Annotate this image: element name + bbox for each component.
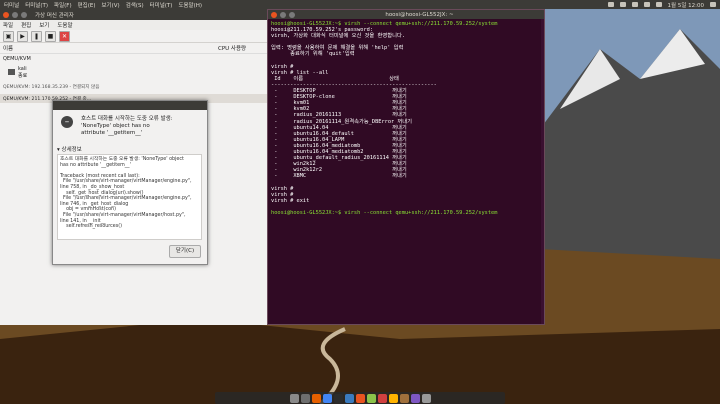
vm-state: 종료 (18, 72, 28, 79)
vm-titlebar: 가상 머신 관리자 (0, 9, 267, 20)
trash-icon[interactable] (421, 393, 431, 403)
maximize-icon[interactable] (21, 11, 27, 18)
vm-list-header: 이름 CPU 사용량 (0, 43, 267, 54)
details-text[interactable]: 호스트 대화를 시작하는 도중 오류 발생: 'NoneType' object… (57, 154, 202, 240)
terminal-scrollbar[interactable] (541, 19, 544, 324)
monitor-icon[interactable] (344, 393, 354, 403)
delete-icon[interactable]: ✕ (59, 30, 70, 42)
menu-terminal-2[interactable]: 터미널(T) (150, 1, 173, 9)
sound-icon[interactable] (643, 2, 650, 7)
close-icon[interactable] (3, 11, 9, 18)
dialog-header: – 호스트 대화를 시작하는 도중 오류 발생: 'NoneType' obje… (53, 110, 207, 137)
settings-icon[interactable] (300, 393, 310, 403)
menu-help[interactable]: 도움말(H) (178, 1, 202, 9)
dropbox-icon[interactable] (607, 2, 614, 7)
clock[interactable]: 1월 5일 12:00 (668, 1, 704, 9)
terminal-line: hoosi@hoosi-GL552JX:~$ virsh --connect q… (271, 209, 498, 216)
terminal-title: hoosi@hoosi-GL552JX: ~ (385, 11, 454, 18)
image-icon[interactable] (366, 393, 376, 403)
monitor-icon (8, 69, 15, 75)
vm-menu-edit[interactable]: 편집 (21, 21, 31, 29)
terminal-titlebar: hoosi@hoosi-GL552JX: ~ (268, 10, 544, 19)
vm-toolbar: ▣ ▶ ❚ ■ ✕ (0, 30, 267, 43)
top-panel: 터미널 터미널(T) 파일(F) 편집(E) 보기(V) 검색(S) 터미널(T… (0, 0, 720, 9)
minimize-icon[interactable] (12, 11, 18, 18)
details-expander[interactable]: ▾ 상세정보 (57, 145, 82, 153)
message-line: attribute '__getitem__' (81, 130, 143, 136)
settings-icon[interactable] (710, 2, 716, 7)
connection-label: QEMU/KVM: 192.168.35.239 - 연결되지 않음 (3, 85, 100, 90)
close-icon[interactable] (271, 11, 277, 18)
list-item[interactable]: QEMU/KVM: 192.168.35.239 - 연결되지 않음 (0, 80, 267, 94)
open-icon[interactable]: ▣ (3, 30, 14, 42)
terminal-output[interactable]: hoosi@hoosi-GL552JX:~$ virsh --connect q… (268, 19, 544, 218)
mail-icon[interactable] (388, 393, 398, 403)
menu-view[interactable]: 보기(V) (102, 1, 120, 9)
app-icon[interactable] (410, 393, 420, 403)
terminal-window: hoosi@hoosi-GL552JX: ~ hoosi@hoosi-GL552… (267, 9, 545, 325)
connection-label: QEMU/KVM (3, 56, 31, 62)
menu-search[interactable]: 검색(S) (126, 1, 144, 9)
message-line: 'NoneType' object has no (81, 123, 150, 129)
terminal-icon[interactable] (333, 393, 343, 403)
indicator-area: 1월 5일 12:00 (607, 1, 720, 9)
close-button[interactable]: 닫기(C) (169, 245, 201, 258)
files-icon[interactable] (289, 393, 299, 403)
list-item[interactable]: QEMU/KVM (0, 54, 267, 64)
top-menu: 터미널 터미널(T) 파일(F) 편집(E) 보기(V) 검색(S) 터미널(T… (0, 1, 208, 9)
virt-icon[interactable] (377, 393, 387, 403)
folder-icon[interactable] (399, 393, 409, 403)
network-icon[interactable] (619, 2, 626, 7)
list-item[interactable]: kali 종료 (0, 64, 267, 80)
menu-edit[interactable]: 편집(E) (78, 1, 96, 9)
menu-file[interactable]: 파일(F) (54, 1, 72, 9)
error-dialog: – 호스트 대화를 시작하는 도중 오류 발생: 'NoneType' obje… (52, 100, 208, 265)
dialog-message: 호스트 대화를 시작하는 도중 오류 발생: 'NoneType' object… (81, 116, 173, 137)
vm-menu-help[interactable]: 도움말 (57, 21, 72, 29)
stop-icon[interactable]: ■ (45, 30, 56, 42)
music-icon[interactable] (355, 393, 365, 403)
col-name[interactable]: 이름 (0, 44, 218, 52)
dock (215, 392, 505, 404)
menu-terminal[interactable]: 터미널(T) (25, 1, 48, 9)
vm-menubar: 파일 편집 보기 도움말 (0, 20, 267, 30)
minimize-icon[interactable] (280, 11, 286, 18)
vm-window-title: 가상 머신 관리자 (35, 12, 74, 19)
vm-menu-file[interactable]: 파일 (3, 21, 13, 29)
vm-menu-view[interactable]: 보기 (39, 21, 49, 29)
error-icon: – (61, 116, 73, 128)
battery-icon[interactable] (655, 2, 662, 7)
dialog-titlebar (53, 101, 207, 110)
pause-icon[interactable]: ❚ (31, 30, 42, 42)
col-cpu[interactable]: CPU 사용량 (218, 44, 246, 52)
top-app-name: 터미널 (4, 2, 20, 9)
run-icon[interactable]: ▶ (17, 30, 28, 42)
message-line: 호스트 대화를 시작하는 도중 오류 발생: (81, 116, 173, 122)
keyboard-icon[interactable] (631, 2, 638, 7)
chrome-icon[interactable] (322, 393, 332, 403)
firefox-icon[interactable] (311, 393, 321, 403)
